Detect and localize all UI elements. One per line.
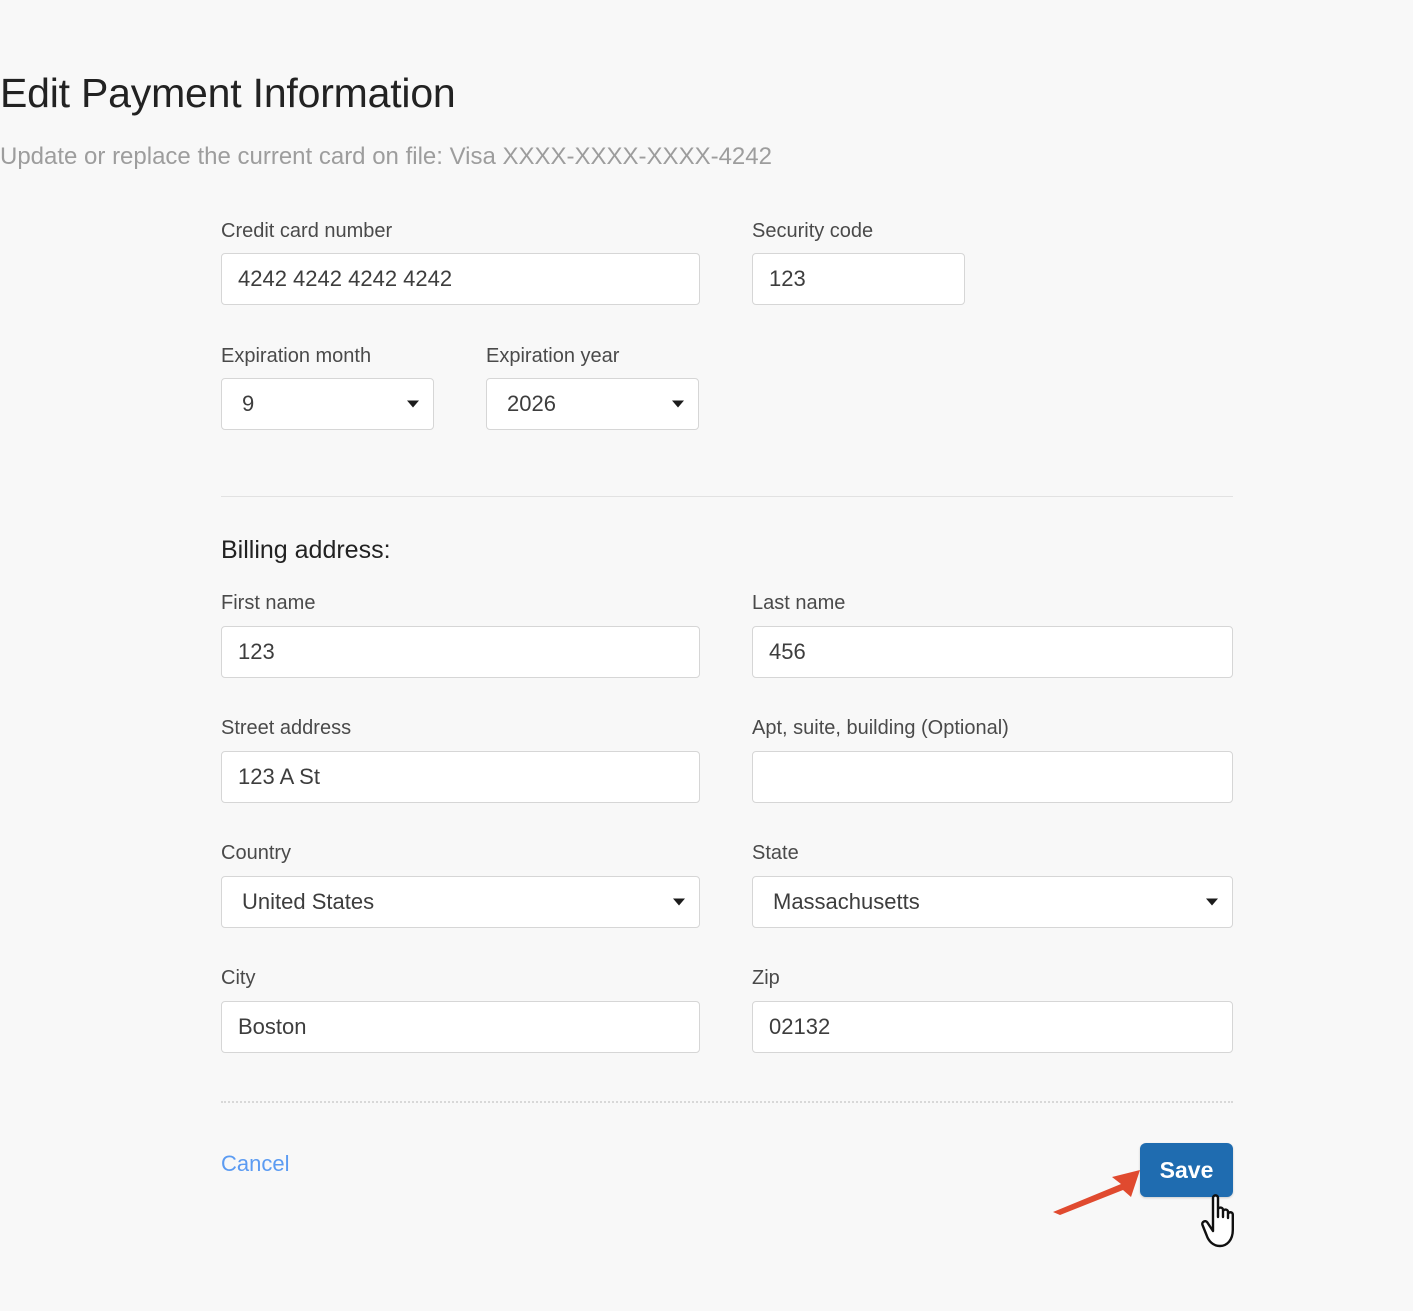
apt-suite-label: Apt, suite, building (Optional) [752, 717, 1009, 739]
zip-input[interactable] [752, 1001, 1233, 1053]
zip-field-group: Zip [752, 968, 780, 988]
last-name-input[interactable] [752, 626, 1233, 678]
first-name-input[interactable] [221, 626, 700, 678]
expiration-month-value: 9 [242, 391, 255, 416]
chevron-down-icon [407, 400, 419, 408]
country-value: United States [242, 889, 375, 914]
expiration-year-select[interactable]: 2026 [486, 378, 699, 430]
city-label: City [221, 967, 256, 989]
footer-divider [221, 1101, 1233, 1103]
city-input[interactable] [221, 1001, 700, 1053]
state-label: State [752, 842, 799, 864]
billing-address-heading: Billing address: [221, 536, 391, 564]
payment-form-page: Edit Payment Information Update or repla… [0, 0, 1413, 1311]
last-name-field-group: Last name [752, 593, 845, 613]
expiration-year-value: 2026 [507, 391, 556, 416]
expiration-month-field-group: Expiration month [221, 346, 371, 366]
section-divider [221, 496, 1233, 497]
page-subtitle: Update or replace the current card on fi… [0, 143, 772, 170]
chevron-down-icon [673, 898, 685, 906]
last-name-label: Last name [752, 592, 846, 614]
state-value: Massachusetts [773, 889, 920, 914]
credit-card-number-label: Credit card number [221, 220, 393, 242]
cancel-button[interactable]: Cancel [221, 1151, 289, 1177]
country-label: Country [221, 842, 292, 864]
security-code-label: Security code [752, 220, 874, 242]
apt-suite-field-group: Apt, suite, building (Optional) [752, 718, 1009, 738]
street-address-field-group: Street address [221, 718, 351, 738]
credit-card-number-input[interactable] [221, 253, 700, 305]
apt-suite-input[interactable] [752, 751, 1233, 803]
state-select[interactable]: Massachusetts [752, 876, 1233, 928]
security-code-input[interactable] [752, 253, 965, 305]
street-address-label: Street address [221, 717, 352, 739]
save-button[interactable]: Save [1140, 1143, 1233, 1197]
country-select[interactable]: United States [221, 876, 700, 928]
expiration-year-field-group: Expiration year [486, 346, 619, 366]
chevron-down-icon [1206, 898, 1218, 906]
first-name-label: First name [221, 592, 316, 614]
chevron-down-icon [672, 400, 684, 408]
city-field-group: City [221, 968, 255, 988]
first-name-field-group: First name [221, 593, 315, 613]
expiration-month-select[interactable]: 9 [221, 378, 434, 430]
security-code-field-group: Security code [752, 221, 873, 241]
pointer-hand-cursor [1201, 1194, 1234, 1248]
state-field-group: State [752, 843, 799, 863]
credit-card-number-field-group: Credit card number [221, 221, 392, 241]
street-address-input[interactable] [221, 751, 700, 803]
expiration-month-label: Expiration month [221, 345, 372, 367]
page-title: Edit Payment Information [0, 70, 456, 116]
expiration-year-label: Expiration year [486, 345, 620, 367]
zip-label: Zip [752, 967, 780, 989]
country-field-group: Country [221, 843, 291, 863]
